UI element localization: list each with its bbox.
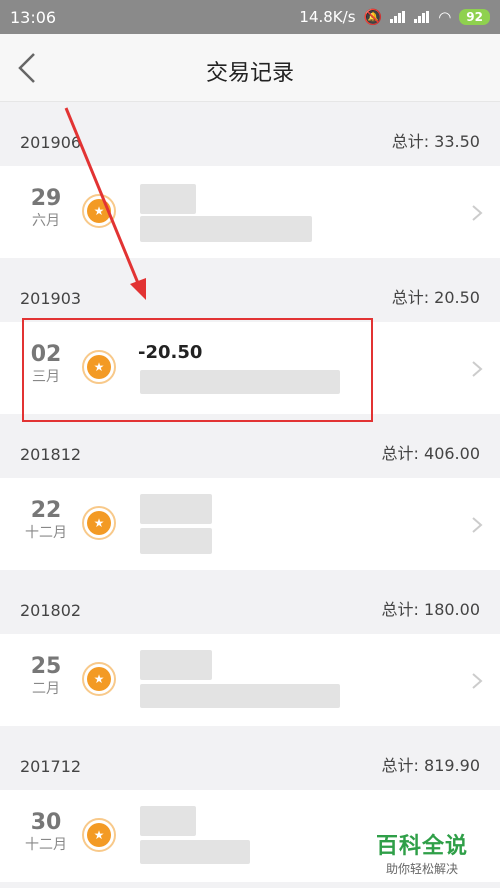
blurred-text [140,840,250,864]
month-total: 总计: 406.00 [381,444,480,463]
month-header: 201812 总计: 406.00 [0,414,500,478]
date-block: 25 二月 [18,654,74,698]
month-total: 总计: 20.50 [391,288,480,307]
month-header: 201906 总计: 33.50 [0,102,500,166]
month-name: 六月 [32,213,60,229]
month-header: 201802 总计: 180.00 [0,570,500,634]
month-name: 十二月 [25,525,67,541]
wifi-icon: ◠ [438,8,452,26]
bell-mute-icon: 🔕 [363,8,383,26]
coin-icon: ★ [82,818,116,852]
highlight-box [22,318,373,422]
month-header: 201903 总计: 20.50 [0,258,500,322]
coin-icon: ★ [82,194,116,228]
month-total: 总计: 819.90 [381,756,480,775]
blurred-text [140,184,196,214]
chevron-right-icon [472,673,483,689]
blurred-text [140,650,212,680]
nav-bar: 交易记录 [0,34,500,102]
blurred-text [140,216,312,242]
coin-icon: ★ [82,662,116,696]
day-number: 22 [30,498,62,523]
chevron-right-icon [472,517,483,533]
watermark-title: 百科全说 [376,834,469,859]
blurred-text [140,684,340,708]
month-label: 201712 [20,757,82,776]
month-label: 201903 [20,289,82,308]
watermark-logo: 百科全说 助你轻松解决 [376,828,468,877]
day-number: 30 [30,810,62,835]
date-block: 30 十二月 [18,810,74,854]
transaction-row[interactable]: 29 六月 ★ [0,166,500,258]
status-bar: 13:06 14.8K/s 🔕 ◠ 92 [0,0,500,34]
month-name: 十二月 [25,837,67,853]
page-title: 交易记录 [205,61,294,86]
blurred-text [140,806,196,836]
month-header: 201712 总计: 819.90 [0,726,500,790]
blurred-text [140,494,212,524]
coin-icon: ★ [82,506,116,540]
blurred-text [140,528,212,554]
date-block: 22 十二月 [18,498,74,542]
date-block: 29 六月 [18,186,74,230]
transaction-row[interactable]: 22 十二月 ★ [0,478,500,570]
signal-icon [390,11,406,23]
month-total: 总计: 180.00 [381,600,480,619]
chevron-right-icon [472,361,483,377]
transaction-row[interactable]: 25 二月 ★ [0,634,500,726]
day-number: 29 [30,186,62,211]
month-total: 总计: 33.50 [391,132,480,151]
month-label: 201906 [20,133,82,152]
day-number: 25 [30,654,62,679]
month-label: 201812 [20,445,82,464]
signal-icon [414,11,430,23]
battery-icon: 92 [459,9,490,25]
month-name: 二月 [32,681,60,697]
network-speed: 14.8K/s [299,8,356,26]
month-label: 201802 [20,601,82,620]
watermark-subtitle: 助你轻松解决 [386,862,459,876]
status-time: 13:06 [10,7,57,27]
chevron-right-icon [472,205,483,221]
